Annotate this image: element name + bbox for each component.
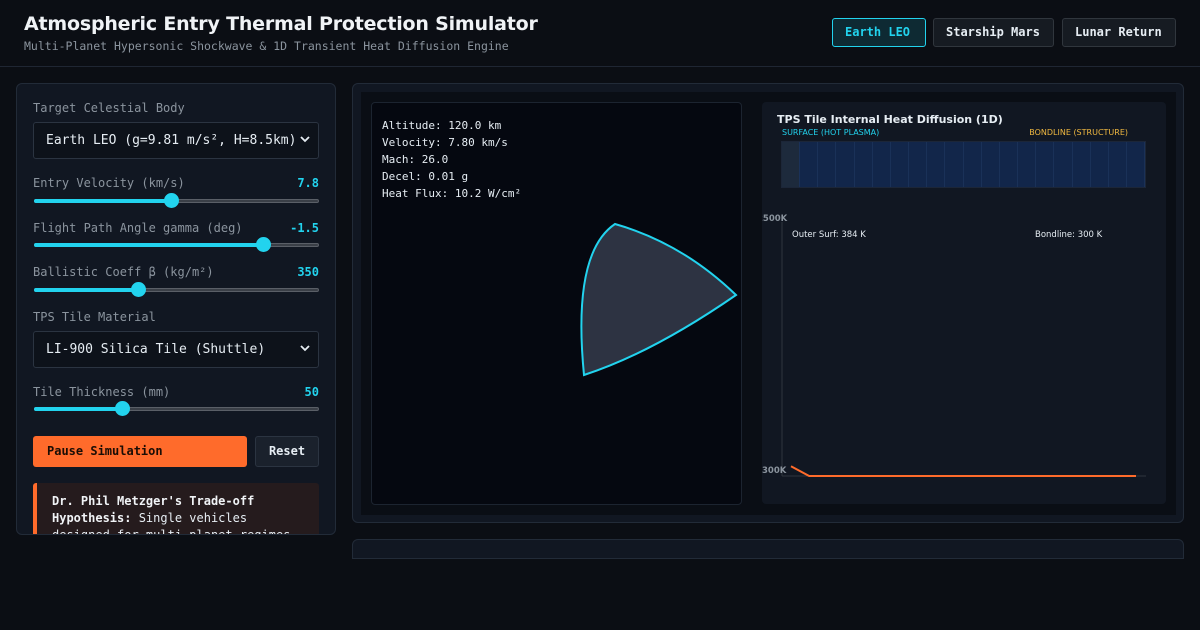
capsule-graphic [580, 222, 738, 377]
material-select[interactable]: LI-900 Silica Tile (Shuttle) [33, 331, 319, 368]
reset-button[interactable]: Reset [255, 436, 319, 467]
temperature-series-line [790, 465, 1136, 477]
hypothesis-note: Dr. Phil Metzger's Trade-off Hypothesis:… [33, 483, 319, 534]
tile-cell [963, 142, 982, 187]
slider-thumb[interactable] [131, 282, 147, 297]
velocity-slider[interactable] [34, 193, 319, 209]
ballistic-slider[interactable] [34, 282, 319, 298]
ballistic-value: 350 [297, 265, 319, 279]
entry-viewport: Altitude: 120.0 km Velocity: 7.80 km/s M… [371, 102, 742, 505]
material-value: LI-900 Silica Tile (Shuttle) [46, 342, 266, 357]
thickness-label: Tile Thickness (mm) [33, 385, 171, 399]
visualization-panel: Altitude: 120.0 km Velocity: 7.80 km/s M… [352, 83, 1184, 523]
tile-cell [800, 142, 819, 187]
pause-simulation-button[interactable]: Pause Simulation [33, 436, 247, 467]
tile-cell [890, 142, 910, 187]
tile-cell [818, 142, 837, 187]
heat-diffusion-view: TPS Tile Internal Heat Diffusion (1D) SU… [762, 102, 1166, 504]
material-label: TPS Tile Material [33, 310, 156, 324]
tile-cell [927, 142, 946, 187]
gamma-label: Flight Path Angle gamma (deg) [33, 221, 243, 235]
ballistic-label: Ballistic Coeff β (kg/m²) [33, 265, 214, 279]
tile-cell [1054, 142, 1073, 187]
y-tick-max: 2500K [762, 214, 788, 224]
page-subtitle: Multi-Planet Hypersonic Shockwave & 1D T… [24, 39, 509, 53]
thickness-slider[interactable] [34, 401, 319, 417]
tile-cells-strip [781, 141, 1146, 188]
bondline-label: BONDLINE (STRUCTURE) [1029, 128, 1128, 137]
temperature-profile-chart: 2500K 300K Outer Surf: 384 K Bondline: 3… [762, 214, 1146, 477]
chevron-down-icon [300, 345, 310, 352]
capsule-heatshield [580, 222, 738, 377]
surface-label: SURFACE (HOT PLASMA) [782, 128, 880, 137]
app-header: Atmospheric Entry Thermal Protection Sim… [0, 0, 1200, 67]
tile-cell [1036, 142, 1055, 187]
slider-thumb[interactable] [115, 401, 131, 416]
preset-starship-mars-button[interactable]: Starship Mars [933, 18, 1054, 47]
tile-cell [999, 142, 1019, 187]
slider-thumb[interactable] [163, 193, 179, 208]
tile-cell [1090, 142, 1109, 187]
outer-surface-temp: Outer Surf: 384 K [792, 230, 866, 240]
tile-cell [1108, 142, 1127, 187]
page-title: Atmospheric Entry Thermal Protection Sim… [24, 13, 538, 35]
tile-cell [1072, 142, 1091, 187]
secondary-panel [352, 539, 1184, 559]
tile-cell [854, 142, 873, 187]
tile-cell [782, 142, 801, 187]
slider-thumb[interactable] [256, 237, 272, 252]
celestial-body-value: Earth LEO (g=9.81 m/s², H=8.5km) [46, 133, 297, 148]
tile-cell [872, 142, 891, 187]
visualization-canvas: Altitude: 120.0 km Velocity: 7.80 km/s M… [361, 92, 1176, 515]
thickness-value: 50 [304, 385, 319, 399]
tile-cell [945, 142, 964, 187]
tile-cell [1126, 142, 1146, 187]
velocity-label: Entry Velocity (km/s) [33, 176, 185, 190]
preset-earth-leo-button[interactable]: Earth LEO [832, 18, 926, 47]
tile-cell [836, 142, 855, 187]
bondline-temp: Bondline: 300 K [1035, 230, 1103, 240]
body-label: Target Celestial Body [33, 101, 185, 115]
preset-lunar-return-button[interactable]: Lunar Return [1062, 18, 1176, 47]
tile-cell [909, 142, 928, 187]
gamma-slider[interactable] [34, 237, 319, 253]
diffusion-title: TPS Tile Internal Heat Diffusion (1D) [777, 113, 1003, 126]
tile-cell [981, 142, 1000, 187]
y-tick-min: 300K [762, 466, 787, 476]
chevron-down-icon [300, 136, 310, 143]
tile-cell [1018, 142, 1037, 187]
velocity-value: 7.8 [297, 176, 319, 190]
celestial-body-select[interactable]: Earth LEO (g=9.81 m/s², H=8.5km) [33, 122, 319, 159]
control-panel: Target Celestial Body Earth LEO (g=9.81 … [16, 83, 336, 535]
gamma-value: -1.5 [290, 221, 319, 235]
